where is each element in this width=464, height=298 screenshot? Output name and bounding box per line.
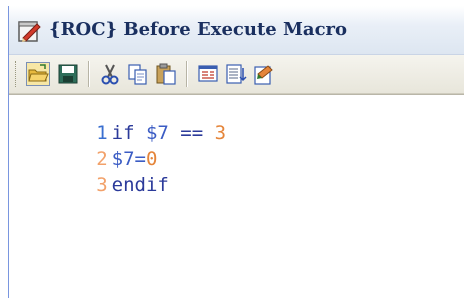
insert-variable-icon[interactable] <box>193 59 223 89</box>
title-bar[interactable]: {ROC} Before Execute Macro <box>9 6 464 55</box>
window-title: {ROC} Before Execute Macro <box>49 19 348 40</box>
line-number: 3 <box>96 174 108 196</box>
toolbar-separator <box>186 61 188 87</box>
code-editor[interactable]: 1 if $7 == 3 2 $7=0 3 endif <box>9 94 464 298</box>
code-line-2[interactable]: 2 $7=0 <box>9 123 157 170</box>
toolbar <box>9 55 464 94</box>
insert-function-icon[interactable] <box>221 59 251 89</box>
run-macro-icon[interactable] <box>249 59 279 89</box>
copy-icon[interactable] <box>123 59 153 89</box>
cut-icon[interactable] <box>95 59 125 89</box>
paste-icon[interactable] <box>151 59 181 89</box>
save-icon[interactable] <box>53 59 83 89</box>
code-line-1[interactable]: 1 if $7 == 3 <box>9 97 226 144</box>
toolbar-separator <box>88 61 90 87</box>
operator: == <box>180 122 215 144</box>
code-line-3[interactable]: 3 endif <box>9 149 169 196</box>
toolbar-grip[interactable] <box>15 61 19 87</box>
macro-window: {ROC} Before Execute Macro 1 if $7 == 3 … <box>8 6 464 298</box>
open-folder-icon[interactable] <box>23 59 53 89</box>
number-literal: 3 <box>214 122 227 144</box>
notepad-icon <box>17 19 41 43</box>
keyword-endif: endif <box>111 174 169 196</box>
